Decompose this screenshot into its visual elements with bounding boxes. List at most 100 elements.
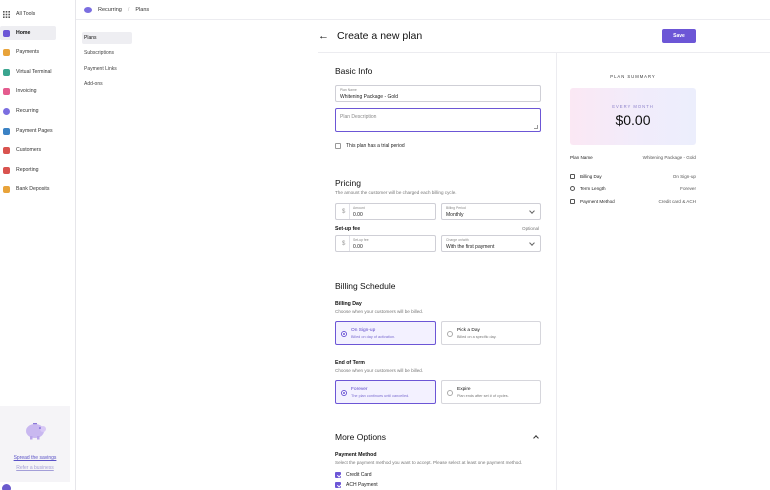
recurring-logo-icon [84,6,92,13]
trial-checkbox[interactable] [335,143,341,149]
billing-period-label: Billing Period [446,206,466,210]
summary-payment-method-row: Payment Method Credit card & ACH [570,197,696,205]
billing-day-helper: Choose when your customers will be bille… [335,309,424,314]
summary-card: EVERY MONTH $0.00 [570,88,696,145]
payments-icon [3,48,10,56]
recurring-icon [3,107,10,115]
nav-label: Bank Deposits [16,186,50,192]
nav-recurring[interactable]: Recurring [0,104,76,118]
plan-name-field[interactable]: Plan Name Whitening Package - Gold [335,85,541,102]
back-arrow-icon[interactable]: ← [318,30,329,42]
breadcrumb-section[interactable]: Recurring [98,7,122,13]
plan-name-label: Plan Name [340,88,357,92]
nav-all-tools[interactable]: All Tools [0,7,76,21]
option-sub: The plan continues until cancelled. [351,394,410,398]
nav-label: Recurring [16,108,39,114]
radio-selected[interactable] [341,331,347,337]
nav-customers[interactable]: Customers [0,143,76,157]
breadcrumb-separator: / [127,6,130,13]
nav-label: Virtual Terminal [16,69,52,75]
amount-value: 0.00 [353,212,363,218]
radio-selected[interactable] [341,390,347,396]
billing-day-option-signup[interactable]: On Sign-up Billed on day of activation. [335,321,436,345]
page-title: Create a new plan [337,30,423,42]
header-divider [318,52,770,53]
nav-reporting[interactable]: Reporting [0,163,76,177]
refer-business-link[interactable]: Refer a business [0,465,70,471]
nav-label: Customers [16,147,42,153]
reporting-icon [3,166,10,174]
pricing-title: Pricing [335,178,361,188]
summary-amount: $0.00 [615,112,651,128]
option-title: Forever [351,387,368,392]
option-title: Pick a Day [457,328,480,333]
billing-period-select[interactable]: Billing Period Monthly [441,203,541,220]
charge-on-select[interactable]: Charge on/with With the first payment [441,235,541,252]
plan-description-field[interactable]: Plan Description [335,108,541,132]
option-title: Expire [457,387,471,392]
ach-checkbox[interactable] [335,482,341,488]
breadcrumb-page: Plans [135,6,150,13]
setup-fee-field[interactable]: $ Set-up fee 0.00 [335,235,436,252]
terminal-icon [3,68,10,76]
pricing-helper: The amount the customer will be charged … [335,190,457,195]
nav-payment-pages[interactable]: Payment Pages [0,124,76,138]
ach-label: ACH Payment [346,482,378,488]
nav-payments[interactable]: Payments [0,45,76,59]
billing-frequency: EVERY MONTH [612,104,654,109]
nav-bank-deposits[interactable]: Bank Deposits [0,182,76,196]
amount-field[interactable]: $ Amount 0.00 [335,203,436,220]
end-of-term-option-expire[interactable]: Expire Plan ends after set # of cycles. [441,380,541,404]
nav-label: Payments [16,49,40,55]
radio[interactable] [447,331,453,337]
nav-invoicing[interactable]: Invoicing [0,84,76,98]
chevron-down-icon [529,208,535,214]
trial-checkbox-row[interactable]: This plan has a trial period [335,143,405,149]
end-of-term-helper: Choose when your customers will be bille… [335,368,424,373]
billing-day-title: Billing Day [335,301,362,307]
ach-row[interactable]: ACH Payment [335,482,378,488]
plan-name-value: Whitening Package - Gold [340,94,399,100]
billing-schedule-title: Billing Schedule [335,281,396,291]
radio[interactable] [447,390,453,396]
nav-home[interactable]: Home [0,26,56,40]
credit-card-row[interactable]: Credit Card [335,472,372,478]
field-separator [349,236,350,251]
resize-handle-icon[interactable] [534,125,538,129]
nav-label: Invoicing [16,88,37,94]
plan-description-placeholder: Plan Description [340,114,377,120]
chevron-up-icon[interactable] [533,435,539,441]
field-separator [349,204,350,219]
bank-icon [3,185,10,193]
nav-label: Reporting [16,167,39,173]
chevron-down-icon [529,240,535,246]
billing-day-option-pick[interactable]: Pick a Day Billed on a specific day. [441,321,541,345]
left-nav: All Tools Home Payments Virtual Terminal… [0,0,76,490]
summary-plan-name-row: Plan Name Whitening Package - Gold [570,153,696,161]
option-sub: Plan ends after set # of cycles. [457,394,509,398]
basic-info-title: Basic Info [335,66,373,76]
billing-period-value: Monthly [446,212,464,218]
nav-label: Payment Pages [16,128,53,134]
charge-on-value: With the first payment [446,244,495,250]
help-icon[interactable] [2,484,11,490]
save-button[interactable]: Save [662,29,696,43]
setup-fee-value: 0.00 [353,244,363,250]
subnav-subscriptions[interactable]: Subscriptions [82,47,132,59]
subnav-add-ons[interactable]: Add-ons [82,78,132,90]
end-of-term-option-forever[interactable]: Forever The plan continues until cancell… [335,380,436,404]
repeat-icon [570,185,575,191]
summary-value: Forever [680,185,696,191]
credit-card-checkbox[interactable] [335,472,341,478]
credit-card-label: Credit Card [346,472,372,478]
option-title: On Sign-up [351,328,376,333]
subnav-payment-links[interactable]: Payment Links [82,63,132,75]
summary-term-length-row: Term Length Forever [570,184,696,192]
nav-virtual-terminal[interactable]: Virtual Terminal [0,65,76,79]
more-options-title: More Options [335,432,387,442]
subnav-plans[interactable]: Plans [82,32,132,44]
summary-key-wrap: Term Length [570,185,606,191]
spread-savings-link[interactable]: Spread the savings [0,455,70,461]
summary-key-wrap: Payment Method [570,198,615,204]
summary-key: Term Length [580,185,606,191]
